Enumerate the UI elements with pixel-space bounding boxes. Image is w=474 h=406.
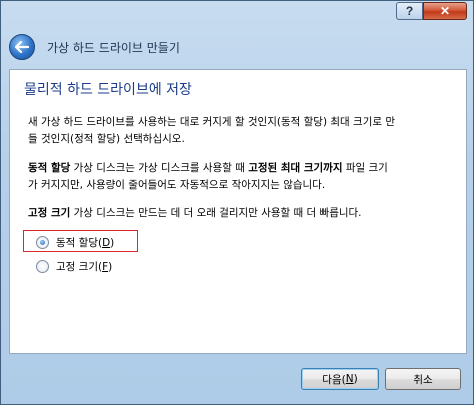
wizard-window: ? ✕ 가상 하드 드라이브 만들기 물리적 하드 드라이브에 저장 새 가상 … [0, 0, 474, 405]
dynamic-explanation: 동적 할당 가상 디스크는 가상 디스크를 사용할 때 고정된 최대 크기까지 … [28, 160, 448, 194]
wizard-title: 가상 하드 드라이브 만들기 [47, 40, 180, 55]
radio-button[interactable] [36, 260, 49, 273]
radio-dynamic-allocation[interactable]: 동적 할당(D) [36, 235, 114, 250]
dynamic-text-2: 파일 크기 [342, 162, 388, 174]
fixed-explanation: 고정 크기 가상 디스크는 만드는 데 더 오래 걸리지만 사용할 때 더 빠릅… [28, 205, 448, 222]
wizard-header: 가상 하드 드라이브 만들기 [9, 31, 465, 63]
back-button[interactable] [9, 34, 35, 60]
cancel-button[interactable]: 취소 [385, 368, 461, 390]
fixed-max-term: 고정된 최대 크기까지 [248, 162, 343, 174]
radio-dynamic-label: 동적 할당(D) [56, 237, 115, 249]
button-bar: 다음(N) 취소 [1, 356, 474, 406]
back-arrow-icon [15, 41, 29, 53]
radio-dot-icon [40, 240, 45, 245]
fixed-term: 고정 크기 [28, 207, 71, 219]
titlebar-buttons: ? ✕ [396, 2, 467, 20]
dynamic-text-3: 가 커지지만, 사용량이 줄어들어도 자동적으로 작아지지는 않습니다. [28, 179, 326, 191]
radio-fixed-label: 고정 크기(F) [56, 261, 113, 273]
help-button[interactable]: ? [396, 2, 423, 20]
description-line-2: 들 것인지(정적 할당) 선택하십시오. [28, 133, 185, 145]
next-button[interactable]: 다음(N) [301, 368, 379, 390]
page-title: 물리적 하드 드라이브에 저장 [24, 82, 192, 98]
fixed-text: 가상 디스크는 만드는 데 더 오래 걸리지만 사용할 때 더 빠릅니다. [70, 207, 362, 219]
description-line-1: 새 가상 하드 드라이브를 사용하는 대로 커지게 할 것인지(동적 할당) 최… [28, 116, 396, 128]
content-panel: 물리적 하드 드라이브에 저장 새 가상 하드 드라이브를 사용하는 대로 커지… [9, 69, 467, 354]
dynamic-text-1: 가상 디스크는 가상 디스크를 사용할 때 [70, 162, 249, 174]
radio-button-selected[interactable] [36, 236, 49, 249]
dynamic-term: 동적 할당 [28, 162, 71, 174]
radio-fixed-size[interactable]: 고정 크기(F) [36, 259, 112, 274]
description-paragraph: 새 가상 하드 드라이브를 사용하는 대로 커지게 할 것인지(동적 할당) 최… [28, 114, 448, 148]
close-button[interactable]: ✕ [423, 2, 467, 20]
